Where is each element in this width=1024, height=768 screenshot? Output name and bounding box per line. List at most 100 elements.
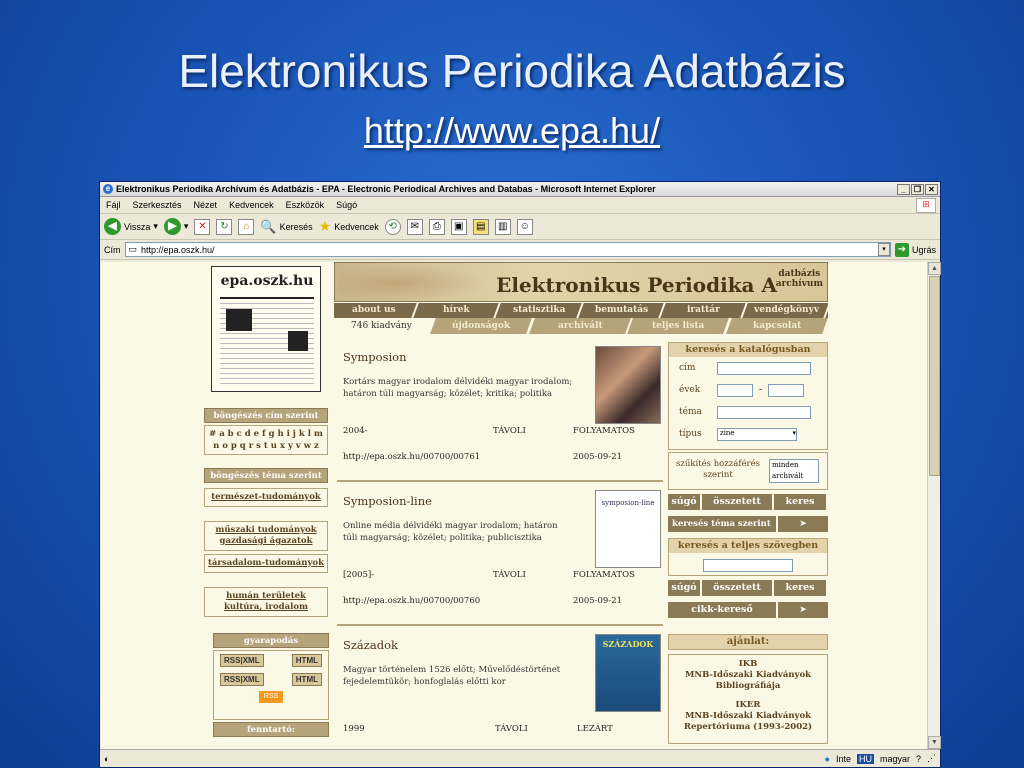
advanced-button[interactable]: összetett <box>702 580 774 596</box>
year-to-input[interactable] <box>768 383 805 397</box>
nav-statisztika[interactable]: statisztika <box>495 303 584 318</box>
search-button[interactable]: 🔍 Keresés <box>260 219 312 235</box>
topic-search-button[interactable]: keresés téma szerint ➤ <box>668 516 828 532</box>
go-button[interactable]: ➔ Ugrás <box>894 242 936 257</box>
topic-social-sciences[interactable]: társadalom-tudományok <box>204 554 328 573</box>
entry-title[interactable]: Századok <box>343 638 398 652</box>
entry-title[interactable]: Symposion <box>343 350 406 364</box>
rec-ikb-code[interactable]: IKB <box>669 659 827 670</box>
nav-hirek[interactable]: hírek <box>413 303 502 318</box>
rss-badge-icon[interactable]: RSS <box>259 691 283 703</box>
research-icon[interactable]: ▥ <box>494 218 511 235</box>
internet-zone-icon: ● <box>824 753 830 764</box>
home-icon[interactable]: ⌂ <box>238 218 255 235</box>
messenger-icon[interactable]: ☺ <box>516 218 533 235</box>
menu-favorites[interactable]: Kedvencek <box>229 200 274 210</box>
nav-vendegkonyv[interactable]: vendégkönyv <box>742 303 831 318</box>
forward-dropdown-icon[interactable]: ▾ <box>184 221 189 232</box>
menu-help[interactable]: Súgó <box>336 200 357 210</box>
address-input[interactable]: ▭ http://epa.oszk.hu/ ▾ <box>124 242 891 257</box>
access-listbox[interactable]: minden archivált <box>769 459 819 483</box>
edit-icon[interactable]: ▣ <box>450 218 467 235</box>
back-button[interactable]: ◀ Vissza ▾ <box>104 218 158 235</box>
page-icon: ▭ <box>128 244 138 254</box>
fenntarto-label: fenntartó: <box>213 722 329 737</box>
html-link[interactable]: HTML <box>291 654 322 667</box>
topic-input[interactable] <box>717 405 811 419</box>
alphabet-row-2[interactable]: n o p q r s t u x y v w z <box>205 440 327 452</box>
entry-url[interactable]: http://epa.oszk.hu/00700/00760 <box>343 596 573 606</box>
search-label: Keresés <box>279 221 313 232</box>
nav-irattar[interactable]: irattár <box>660 303 749 318</box>
topic-natural-sciences[interactable]: természet-tudományok <box>204 488 328 507</box>
forward-button[interactable]: ▶ ▾ <box>163 218 189 235</box>
alphabet-row-1[interactable]: # a b c d e f g h i j k l m <box>205 428 327 440</box>
back-dropdown-icon[interactable]: ▾ <box>153 221 158 232</box>
close-button[interactable]: ✕ <box>925 183 938 195</box>
topic-humanities[interactable]: humán területek kultúra, irodalom <box>204 587 328 617</box>
search-submit-button[interactable]: keres <box>774 580 828 596</box>
type-select[interactable]: zine ▾ <box>717 427 797 441</box>
catalog-search-panel: keresés a katalógusban cím évek - téma tí… <box>668 342 828 450</box>
help-button[interactable]: súgó <box>668 580 702 596</box>
thumb-text: SZÁZADOK <box>602 639 654 649</box>
advanced-button[interactable]: összetett <box>702 494 774 510</box>
minimize-button[interactable]: _ <box>897 183 910 195</box>
help-button[interactable]: súgó <box>668 494 702 510</box>
menu-file[interactable]: Fájl <box>106 200 121 210</box>
address-bar: Cím ▭ http://epa.oszk.hu/ ▾ ➔ Ugrás <box>100 240 940 260</box>
go-arrow-icon: ➔ <box>894 242 909 257</box>
browse-title-label[interactable]: böngészés cím szerint <box>204 408 328 423</box>
fulltext-actions: súgó összetett keres <box>668 580 828 596</box>
rss-link-2[interactable]: RSS|XML <box>220 673 264 686</box>
list-item: Századok Magyar történelem 1526 előtt; M… <box>337 632 663 749</box>
refresh-icon[interactable]: ↻ <box>216 218 233 235</box>
browse-topic-label[interactable]: böngészés téma szerint <box>204 468 328 483</box>
year-from-input[interactable] <box>717 383 753 397</box>
discuss-icon[interactable]: ▤ <box>472 218 489 235</box>
restore-button[interactable]: ❐ <box>911 183 924 195</box>
nav-archivalt[interactable]: archivált <box>528 318 634 334</box>
nav-about-us[interactable]: about us <box>331 303 420 318</box>
print-icon[interactable]: ⎙ <box>428 218 445 235</box>
rec-iker-code[interactable]: IKER <box>669 700 827 711</box>
vertical-scrollbar[interactable]: ▲ ▼ <box>927 262 941 749</box>
entry-year: [2005]- <box>343 570 375 580</box>
nav-ujdonsagok[interactable]: újdonságok <box>429 318 535 334</box>
cover-thumbnail[interactable]: symposion-line <box>595 490 661 568</box>
nav-kapcsolat[interactable]: kapcsolat <box>726 318 831 334</box>
nav-bemutatas[interactable]: bemutatás <box>578 303 667 318</box>
rec-ikb-text[interactable]: MNB-Időszaki Kiadványok Bibliográfiája <box>669 670 827 692</box>
mail-icon[interactable]: ✉ <box>406 218 423 235</box>
entry-title[interactable]: Symposion-line <box>343 494 432 508</box>
recommend-box: IKB MNB-Időszaki Kiadványok Bibliográfiá… <box>668 654 828 744</box>
scroll-down-icon[interactable]: ▼ <box>928 736 941 749</box>
rec-iker-text[interactable]: MNB-Időszaki Kiadványok Repertóriuma (19… <box>669 711 827 733</box>
cover-thumbnail[interactable]: SZÁZADOK <box>595 634 661 712</box>
topic-technical-sciences[interactable]: műszaki tudományok gazdasági ágazatok <box>204 521 328 551</box>
html-link-2[interactable]: HTML <box>291 673 322 686</box>
rss-link[interactable]: RSS|XML <box>220 654 264 667</box>
cover-thumbnail[interactable] <box>595 346 661 424</box>
article-search-button[interactable]: cikk-kereső ➤ <box>668 602 828 618</box>
menu-edit[interactable]: Szerkesztés <box>133 200 182 210</box>
menu-view[interactable]: Nézet <box>194 200 218 210</box>
entry-url[interactable]: http://epa.oszk.hu/00700/00761 <box>343 452 573 462</box>
epa-logo[interactable]: epa.oszk.hu <box>211 266 321 392</box>
nav-teljes-lista[interactable]: teljes lista <box>627 318 733 334</box>
banner-sub-2: archívum <box>775 279 823 289</box>
scroll-up-icon[interactable]: ▲ <box>928 262 941 275</box>
help-icon[interactable]: ? <box>916 754 921 764</box>
fulltext-input[interactable] <box>703 559 793 572</box>
page-viewport: epa.oszk.hu böngészés cím szerint # a b … <box>101 262 927 749</box>
menu-tools[interactable]: Eszközök <box>286 200 325 210</box>
scroll-thumb[interactable] <box>929 276 940 476</box>
slide-link[interactable]: http://www.epa.hu/ <box>0 110 1024 152</box>
title-input[interactable] <box>717 361 811 375</box>
fulltext-search-panel: keresés a teljes szövegben <box>668 538 828 576</box>
history-icon[interactable]: ⟲ <box>384 218 401 235</box>
stop-icon[interactable]: ✕ <box>194 218 211 235</box>
address-dropdown-icon[interactable]: ▾ <box>877 243 890 256</box>
search-submit-button[interactable]: keres <box>774 494 828 510</box>
favorites-button[interactable]: ★ Kedvencek <box>319 218 379 235</box>
